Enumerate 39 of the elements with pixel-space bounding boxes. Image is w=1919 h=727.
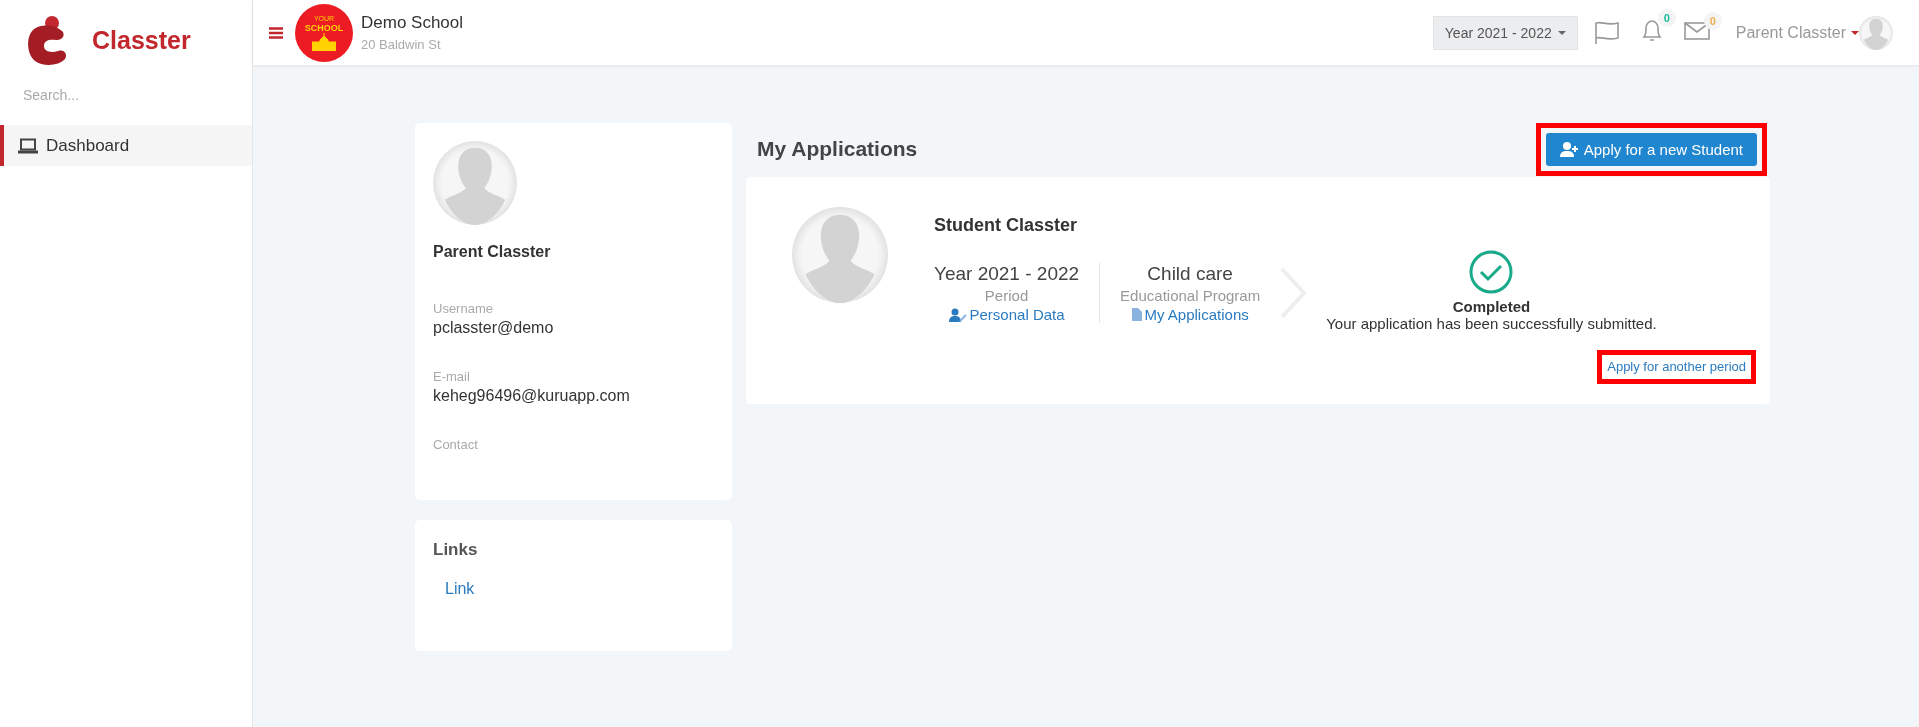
add-user-icon [1559,141,1579,157]
logo-text: Classter [92,25,191,55]
envelope-icon[interactable] [1683,20,1710,41]
bell-icon[interactable] [1639,18,1664,43]
school-address: 20 Baldwin St [361,37,442,52]
avatar-icon [792,207,888,303]
personal-data-link[interactable]: Personal Data [948,306,1065,323]
student-name: Student Classter [934,215,1079,236]
flag-icon[interactable] [1593,20,1620,45]
link[interactable]: Link [445,580,475,598]
status-text: Completed [1452,298,1531,315]
school-name: Demo School [361,13,464,33]
profile-name: Parent Classter [433,243,552,261]
check-circle-icon [1469,250,1514,294]
user-edit-icon [948,307,967,322]
field-value: pclasster@demo [433,319,555,337]
count-badge: 0 [1657,9,1676,27]
links-title: Links [433,540,479,560]
apply-new-student-button[interactable]: Apply for a new Student [1545,132,1757,166]
value-text: Child care [1147,263,1233,285]
document-icon [1131,308,1142,321]
my-applications-link[interactable]: My Applications [1131,306,1249,323]
laptop-icon [18,137,38,154]
apply-another-period-link[interactable]: Apply for another period [1607,358,1746,376]
field-label: Contact [433,437,479,452]
field-value: keheg96496@kuruapp.com [433,387,631,405]
count-badge: 0 [1703,11,1722,30]
value-label: Period [984,287,1029,304]
year-selector[interactable]: Year 2021 - 2022 [1432,15,1578,50]
value-text: Year 2021 - 2022 [934,263,1080,285]
sidebar-item[interactable]: Dashboard [0,125,252,166]
status-message: Your application has been successfully submitted. [1326,315,1657,332]
avatar-icon [1859,15,1893,50]
value-label: Educational Program [1120,287,1261,304]
page-title: My Applications [757,137,918,161]
menu-icon[interactable] [269,26,283,39]
avatar-icon [433,141,517,225]
field-label: E-mail [433,369,471,384]
field-label: Username [433,301,494,316]
